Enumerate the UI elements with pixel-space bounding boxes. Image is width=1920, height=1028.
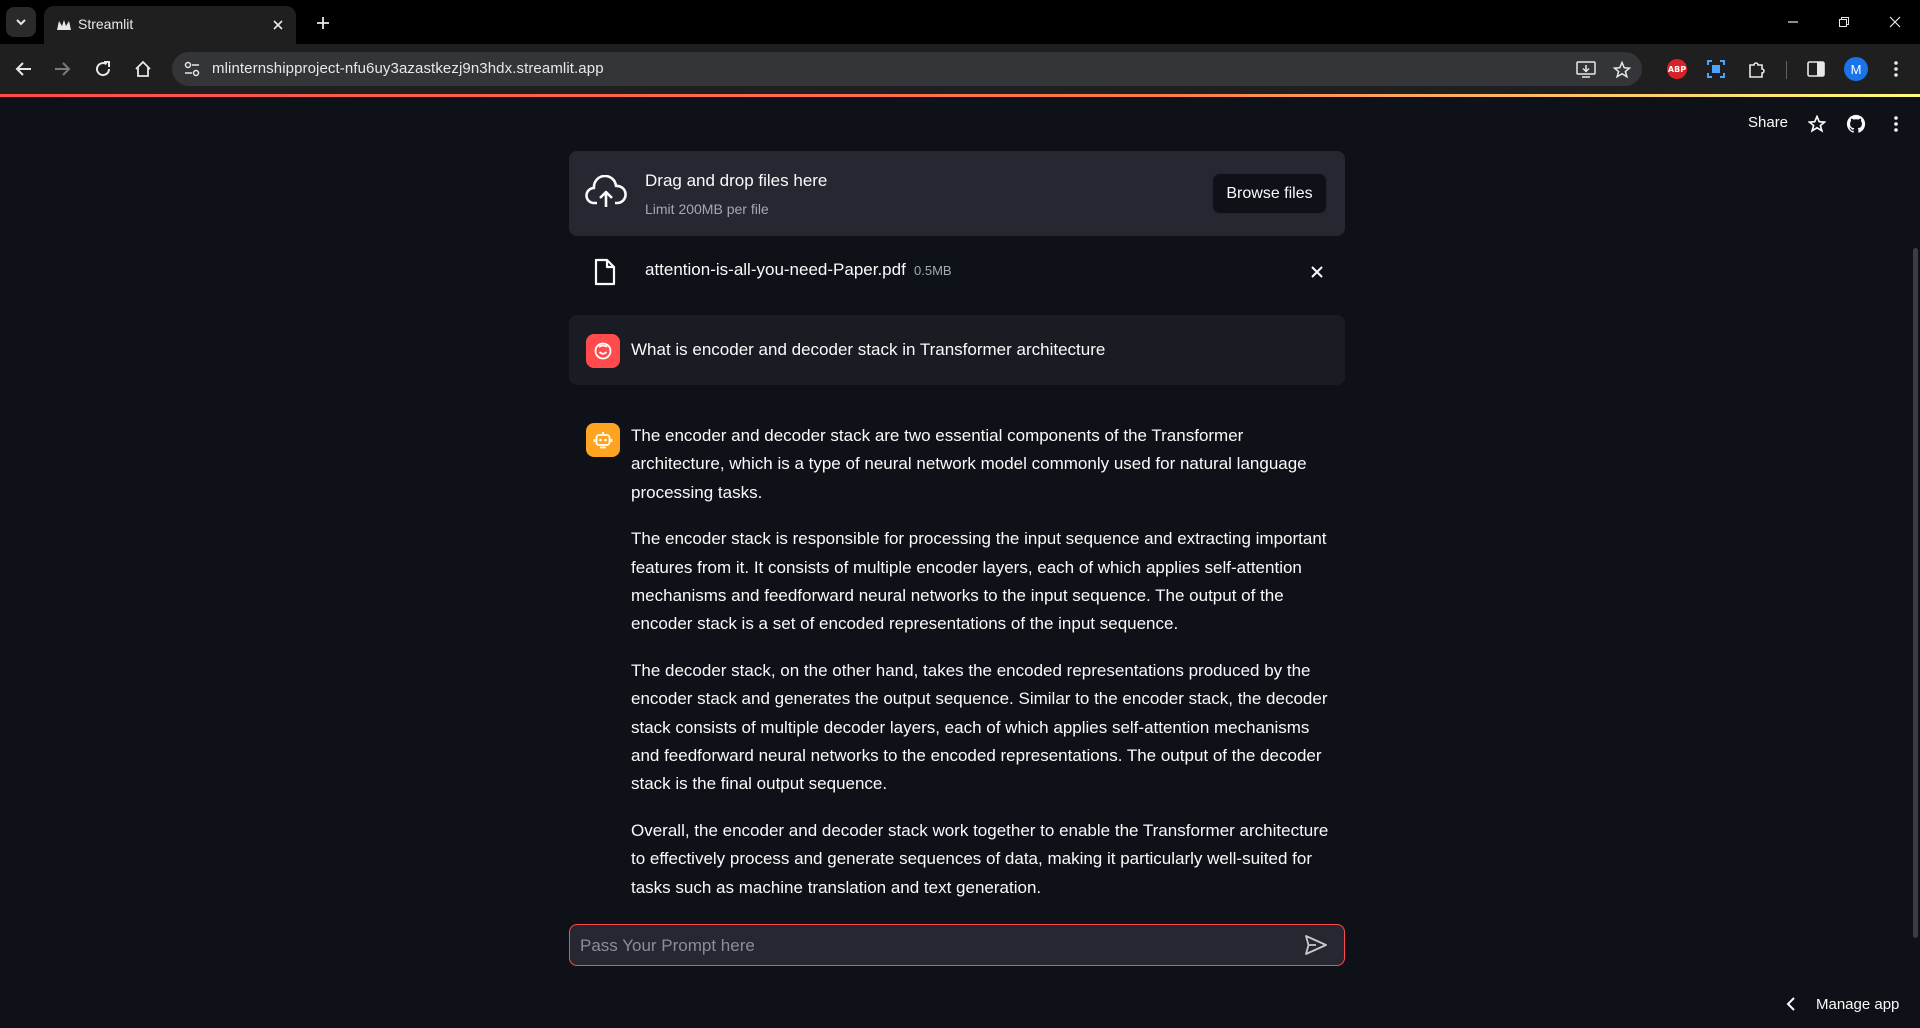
url-text: mlinternshipproject-nfu6uy3azastkezj9n3h… xyxy=(212,60,604,77)
file-icon xyxy=(594,258,616,286)
browser-toolbar: mlinternshipproject-nfu6uy3azastkezj9n3h… xyxy=(0,44,1920,94)
favorite-button[interactable] xyxy=(1805,112,1829,136)
assistant-message-text: The encoder and decoder stack are two es… xyxy=(631,422,1341,920)
dropzone-limit: Limit 200MB per file xyxy=(645,201,769,217)
close-icon xyxy=(273,20,283,30)
install-icon xyxy=(1576,61,1596,78)
close-icon xyxy=(1889,16,1901,28)
tab-search-button[interactable] xyxy=(6,7,36,37)
more-vertical-icon xyxy=(1894,61,1898,77)
star-icon xyxy=(1613,61,1631,79)
streamlit-decoration-bar xyxy=(0,94,1920,97)
install-app-button[interactable] xyxy=(1575,59,1597,81)
extensions-button[interactable] xyxy=(1742,55,1770,83)
chat-input-container xyxy=(569,924,1345,967)
browser-menu-button[interactable] xyxy=(1882,55,1910,83)
cloud-upload-icon xyxy=(585,175,627,207)
more-vertical-icon xyxy=(1894,116,1898,132)
adblock-icon: ABP xyxy=(1667,59,1687,79)
file-dropzone[interactable]: Drag and drop files here Limit 200MB per… xyxy=(569,151,1345,236)
avatar: M xyxy=(1844,57,1868,81)
share-button[interactable]: Share xyxy=(1748,114,1788,131)
dropzone-title: Drag and drop files here xyxy=(645,171,828,190)
streamlit-crown-icon xyxy=(57,20,71,30)
assistant-paragraph: Overall, the encoder and decoder stack w… xyxy=(631,820,1329,897)
assistant-paragraph: The encoder and decoder stack are two es… xyxy=(631,426,1307,502)
new-tab-button[interactable] xyxy=(310,10,336,36)
file-size: 0.5MB xyxy=(914,263,952,278)
reload-button[interactable] xyxy=(89,55,117,83)
puzzle-icon xyxy=(1749,62,1765,78)
assistant-avatar xyxy=(586,423,620,457)
main-menu-button[interactable] xyxy=(1884,112,1908,136)
browser-tab-bar: Streamlit xyxy=(0,0,1920,44)
user-avatar xyxy=(586,334,620,368)
assistant-paragraph: The encoder stack is responsible for pro… xyxy=(631,529,1327,634)
tab-title: Streamlit xyxy=(78,16,134,32)
close-window-button[interactable] xyxy=(1880,8,1910,36)
remove-file-button[interactable] xyxy=(1305,260,1329,284)
manage-app-button[interactable]: Manage app xyxy=(1778,992,1918,1018)
arrow-left-icon xyxy=(15,62,31,76)
send-icon xyxy=(1305,935,1327,955)
back-button[interactable] xyxy=(10,55,38,83)
prompt-input[interactable] xyxy=(578,925,1282,967)
github-icon xyxy=(1846,114,1866,133)
robot-icon xyxy=(593,432,613,449)
profile-button[interactable]: M xyxy=(1842,55,1870,83)
send-button[interactable] xyxy=(1303,933,1329,957)
adblock-extension-button[interactable]: ABP xyxy=(1663,55,1691,83)
site-settings-icon xyxy=(184,61,200,77)
home-icon xyxy=(135,60,151,77)
plus-icon xyxy=(317,17,329,29)
github-button[interactable] xyxy=(1844,112,1868,136)
minimize-icon xyxy=(1788,21,1798,23)
restore-button[interactable] xyxy=(1829,8,1859,36)
chat-message-user: What is encoder and decoder stack in Tra… xyxy=(569,315,1345,385)
browse-files-button[interactable]: Browse files xyxy=(1212,173,1327,214)
chevron-left-icon xyxy=(1786,997,1795,1011)
uploaded-file: attention-is-all-you-need-Paper.pdf 0.5M… xyxy=(569,252,1345,292)
face-icon xyxy=(594,342,612,360)
toolbar-divider xyxy=(1786,61,1787,79)
restore-icon xyxy=(1839,17,1849,27)
reload-icon xyxy=(96,61,111,77)
address-bar[interactable]: mlinternshipproject-nfu6uy3azastkezj9n3h… xyxy=(172,52,1642,86)
minimize-button[interactable] xyxy=(1778,8,1808,36)
star-icon xyxy=(1808,115,1826,133)
assistant-paragraph: The decoder stack, on the other hand, ta… xyxy=(631,660,1328,794)
close-icon xyxy=(1311,266,1323,278)
manage-app-label: Manage app xyxy=(1816,996,1900,1013)
user-message-text: What is encoder and decoder stack in Tra… xyxy=(631,340,1106,359)
page-scrollbar[interactable] xyxy=(1913,248,1918,938)
chevron-down-icon xyxy=(16,19,26,26)
side-panel-button[interactable] xyxy=(1802,55,1830,83)
screenshot-extension-button[interactable] xyxy=(1702,55,1730,83)
file-name: attention-is-all-you-need-Paper.pdf xyxy=(645,260,906,279)
side-panel-icon xyxy=(1807,61,1825,77)
arrow-right-icon xyxy=(55,62,71,76)
bookmark-button[interactable] xyxy=(1611,59,1633,81)
home-button[interactable] xyxy=(129,55,157,83)
forward-button[interactable] xyxy=(48,55,76,83)
screenshot-icon xyxy=(1707,60,1725,78)
browser-tab[interactable]: Streamlit xyxy=(44,6,296,44)
close-tab-button[interactable] xyxy=(268,15,288,35)
